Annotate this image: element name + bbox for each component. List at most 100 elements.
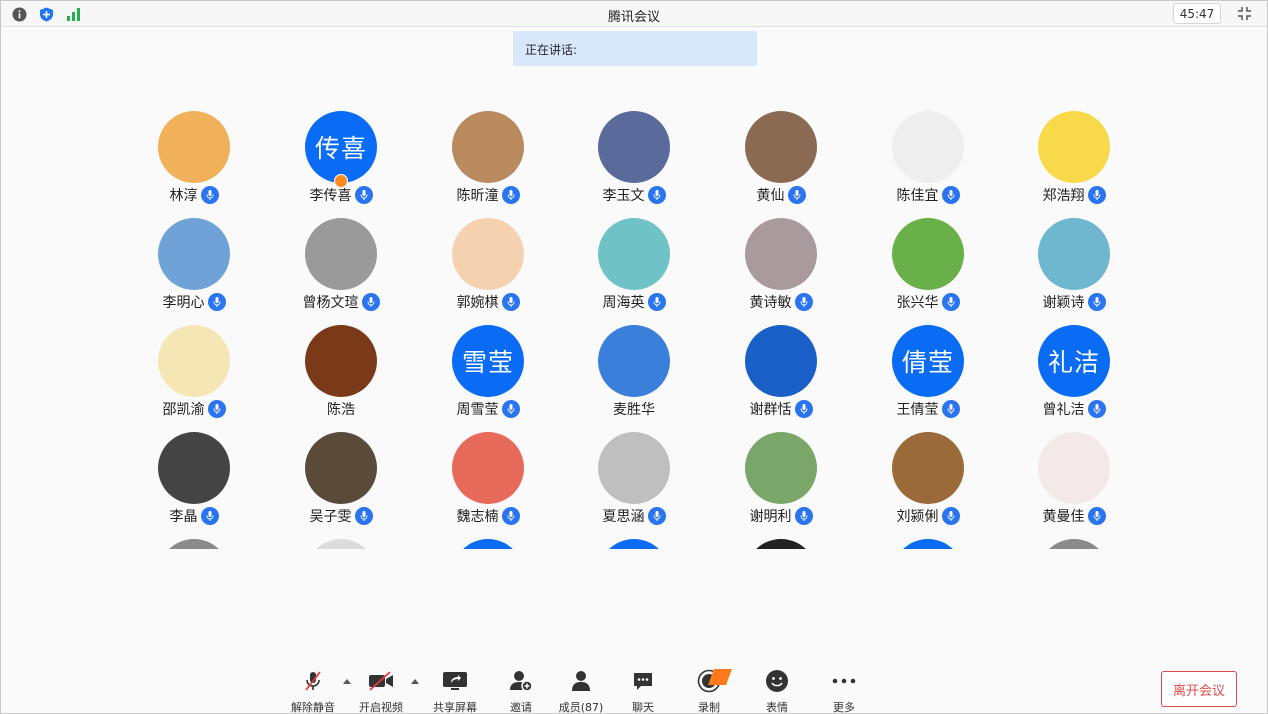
mic-status-icon: [1087, 186, 1106, 204]
video-options-caret[interactable]: [411, 679, 419, 684]
participant-tile[interactable]: 黄曼佳: [1001, 422, 1147, 529]
participant-tile[interactable]: 黄诗敏: [708, 208, 854, 315]
participant-name: 谢颖诗: [1042, 295, 1085, 311]
person-icon: [557, 669, 605, 693]
avatar: [305, 539, 377, 549]
unmute-button[interactable]: 解除静音: [289, 669, 337, 714]
participant-name-row: 谢群恬: [708, 399, 854, 419]
mic-status-icon: [354, 507, 373, 525]
participant-name-row: 张兴华: [855, 292, 1001, 312]
mic-status-icon: [207, 293, 226, 311]
participant-tile[interactable]: 麦胜华: [561, 315, 707, 422]
mic-status-icon: [794, 400, 813, 418]
participant-tile[interactable]: 林淳: [121, 101, 267, 208]
participant-name: 刘颍俐: [896, 509, 939, 525]
participant-tile[interactable]: [121, 529, 267, 549]
camera-off-icon: [357, 669, 405, 693]
participant-tile[interactable]: [855, 529, 1001, 549]
participant-name: 黄曼佳: [1042, 509, 1085, 525]
participant-tile[interactable]: 黄仙: [708, 101, 854, 208]
avatar: [1038, 111, 1110, 183]
participant-tile[interactable]: [1001, 529, 1147, 549]
start-video-button[interactable]: 开启视频: [357, 669, 405, 714]
speaking-label: 正在讲话:: [525, 43, 578, 57]
mic-status-icon: [941, 293, 960, 311]
avatar: [892, 539, 964, 549]
participant-tile[interactable]: 曾杨文瑄: [268, 208, 414, 315]
title-bar: 腾讯会议 45:47: [1, 1, 1267, 27]
participant-name: 谢群恬: [749, 402, 792, 418]
participant-name: 夏思涵: [602, 509, 645, 525]
participant-tile[interactable]: 郭婉棋: [415, 208, 561, 315]
meeting-timer: 45:47: [1173, 3, 1221, 24]
participant-name: 黄诗敏: [749, 295, 792, 311]
mic-status-icon: [794, 507, 813, 525]
participant-name: 陈佳宜: [896, 188, 939, 204]
avatar: [158, 539, 230, 549]
avatar: [745, 325, 817, 397]
avatar-initials: 礼洁: [1047, 348, 1100, 377]
participant-tile[interactable]: 郑浩翔: [1001, 101, 1147, 208]
mic-status-icon: [647, 293, 666, 311]
participant-tile[interactable]: 李明心: [121, 208, 267, 315]
participant-name: 邵凯渝: [162, 402, 205, 418]
record-label: 录制: [698, 701, 720, 714]
participant-tile[interactable]: 谢明利: [708, 422, 854, 529]
members-label: 成员(87): [558, 701, 604, 714]
participant-name-row: 王倩莹: [855, 399, 1001, 419]
participant-name: 周海英: [602, 295, 645, 311]
invite-button[interactable]: 邀请: [501, 669, 541, 714]
participant-tile[interactable]: 传喜 李传喜: [268, 101, 414, 208]
avatar: [598, 218, 670, 290]
mic-status-icon: [501, 400, 520, 418]
exit-fullscreen-icon[interactable]: [1237, 6, 1252, 21]
participant-tile[interactable]: 谢群恬: [708, 315, 854, 422]
participant-tile[interactable]: 谢颖诗: [1001, 208, 1147, 315]
participant-name-row: 吴子雯: [268, 506, 414, 526]
avatar: [1038, 432, 1110, 504]
mic-status-icon: [787, 186, 806, 204]
participant-tile[interactable]: 刘颍俐: [855, 422, 1001, 529]
chat-button[interactable]: 聊天: [623, 669, 663, 714]
participant-name-row: 夏思涵: [561, 506, 707, 526]
participant-tile[interactable]: 夏思涵: [561, 422, 707, 529]
participant-tile[interactable]: 陈佳宜: [855, 101, 1001, 208]
mic-status-icon: [941, 186, 960, 204]
smiley-icon: [757, 669, 797, 693]
participant-tile[interactable]: 李玉文: [561, 101, 707, 208]
record-button[interactable]: 录制: [689, 669, 732, 714]
participant-tile[interactable]: 李晶: [121, 422, 267, 529]
participant-name-row: 黄诗敏: [708, 292, 854, 312]
reactions-button[interactable]: 表情: [757, 669, 797, 714]
participant-tile[interactable]: 魏志楠: [415, 422, 561, 529]
leave-meeting-button[interactable]: 离开会议: [1161, 671, 1237, 707]
avatar: [892, 111, 964, 183]
audio-options-caret[interactable]: [343, 679, 351, 684]
participant-name-row: 陈昕潼: [415, 185, 561, 205]
members-button[interactable]: 成员(87): [557, 669, 605, 714]
participant-tile[interactable]: 礼洁 曾礼洁: [1001, 315, 1147, 422]
participant-tile[interactable]: 张兴华: [855, 208, 1001, 315]
participant-tile[interactable]: [561, 529, 707, 549]
share-screen-button[interactable]: 共享屏幕: [431, 669, 479, 714]
participant-tile[interactable]: 雪莹 周雪莹: [415, 315, 561, 422]
speaking-indicator: 正在讲话:: [513, 31, 757, 66]
participant-tile[interactable]: [268, 529, 414, 549]
participant-name: 黄仙: [756, 188, 785, 204]
mic-status-icon: [361, 293, 380, 311]
participant-tile[interactable]: 陈昕潼: [415, 101, 561, 208]
participant-tile[interactable]: 吴子雯: [268, 422, 414, 529]
add-person-icon: [501, 669, 541, 693]
participant-tile[interactable]: 周海英: [561, 208, 707, 315]
window-title: 腾讯会议: [607, 10, 660, 25]
participant-tile[interactable]: 陈浩: [268, 315, 414, 422]
participant-tile[interactable]: 倩莹 王倩莹: [855, 315, 1001, 422]
participant-name-row: 陈佳宜: [855, 185, 1001, 205]
participant-tile[interactable]: 邵凯渝: [121, 315, 267, 422]
mic-status-icon: [501, 186, 520, 204]
avatar: [305, 325, 377, 397]
avatar: [892, 432, 964, 504]
more-button[interactable]: 更多: [824, 669, 864, 714]
participant-tile[interactable]: [708, 529, 854, 549]
participant-tile[interactable]: [415, 529, 561, 549]
